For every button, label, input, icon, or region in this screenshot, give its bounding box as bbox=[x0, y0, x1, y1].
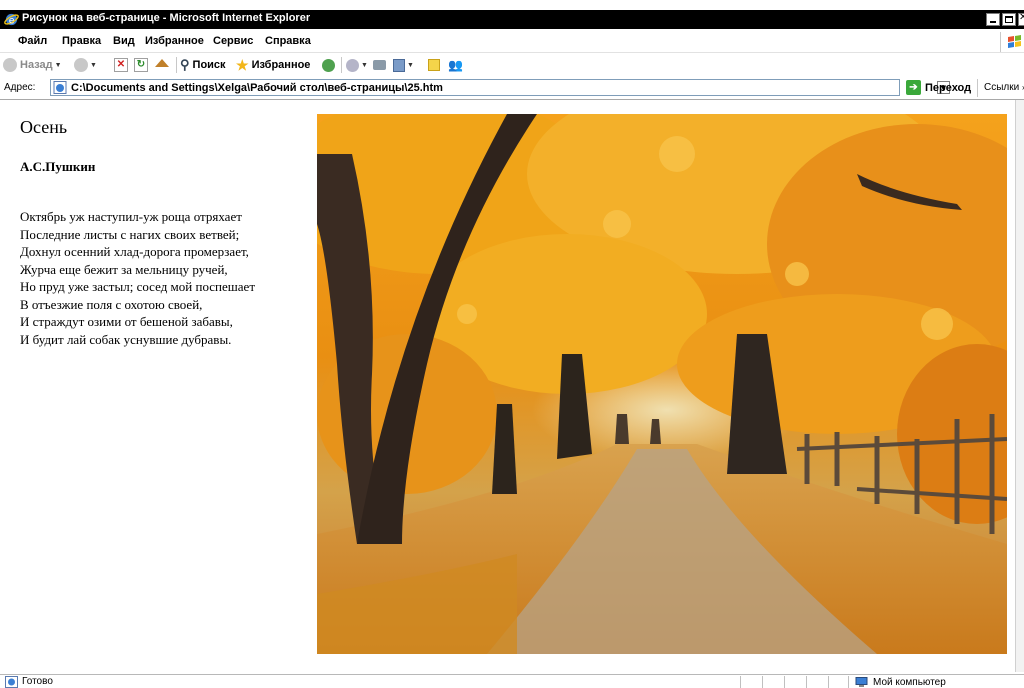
status-pane bbox=[806, 676, 827, 688]
poem-text: Октябрь уж наступил-уж роща отряхает Пос… bbox=[20, 208, 255, 348]
poem-line: Но пруд уже застыл; сосед мой поспешает bbox=[20, 279, 255, 294]
chevron-down-icon: ▼ bbox=[54, 61, 62, 69]
menu-favorites[interactable]: Избранное bbox=[145, 35, 204, 47]
star-icon: ★ bbox=[236, 56, 249, 73]
status-pane bbox=[762, 676, 783, 688]
forward-arrow-icon bbox=[74, 58, 88, 72]
page-heading: Осень bbox=[20, 117, 68, 137]
poem-line: И будит лай собак уснувшие дубравы. bbox=[20, 331, 232, 347]
computer-icon bbox=[855, 677, 868, 687]
favorites-label: Избранное bbox=[251, 59, 311, 71]
chevron-down-icon: ▼ bbox=[361, 61, 368, 69]
search-button[interactable]: ⚲ Поиск bbox=[180, 56, 226, 74]
page-status-icon bbox=[5, 676, 18, 688]
address-label: Адрес: bbox=[4, 82, 36, 93]
back-label: Назад bbox=[20, 59, 53, 71]
security-zone: Мой компьютер bbox=[848, 676, 946, 688]
edit-page-icon bbox=[393, 58, 405, 72]
discuss-button[interactable] bbox=[428, 56, 440, 74]
refresh-icon: ↻ bbox=[134, 58, 148, 72]
svg-text:e: e bbox=[9, 15, 15, 26]
poem-line: Журча еще бежит за мельницу ручей, bbox=[20, 261, 228, 277]
poem-line: Последние листы с нагих своих ветвей; bbox=[20, 226, 240, 242]
links-label: Ссылки bbox=[984, 82, 1020, 93]
menu-file[interactable]: Файл bbox=[18, 35, 47, 47]
home-icon bbox=[155, 59, 169, 67]
chevron-down-icon: ▼ bbox=[90, 61, 97, 69]
address-url: C:\Documents and Settings\Xelga\Рабочий … bbox=[71, 82, 443, 94]
poem-line: Октябрь уж наступил-уж роща отряхает bbox=[20, 209, 242, 224]
note-icon bbox=[428, 59, 440, 71]
window-title: Рисунок на веб-странице - Microsoft Inte… bbox=[22, 12, 311, 24]
media-button[interactable] bbox=[322, 56, 335, 74]
status-text: Готово bbox=[22, 676, 53, 687]
status-pane bbox=[740, 676, 761, 688]
search-label: Поиск bbox=[192, 59, 226, 71]
history-button[interactable]: ▼ bbox=[346, 56, 368, 74]
maximize-button[interactable] bbox=[1002, 13, 1016, 26]
page-content: Осень А.С.Пушкин Октябрь уж наступил-уж … bbox=[0, 100, 1014, 672]
forward-button[interactable]: ▼ bbox=[74, 56, 97, 74]
go-label: Переход bbox=[925, 81, 972, 94]
title-bar: e Рисунок на веб-странице - Microsoft In… bbox=[0, 10, 1024, 29]
status-pane bbox=[828, 676, 849, 688]
status-bar: Готово Мой компьютер bbox=[0, 674, 1024, 688]
windows-logo-icon bbox=[1000, 32, 1024, 52]
favorites-button[interactable]: ★ Избранное bbox=[236, 56, 310, 74]
toolbar-separator bbox=[176, 57, 177, 73]
back-button[interactable]: Назад ▼ bbox=[3, 56, 62, 74]
poem-line: И страждут озими от бешеной забавы, bbox=[20, 314, 233, 329]
menu-edit[interactable]: Правка bbox=[62, 35, 101, 47]
back-arrow-icon bbox=[3, 58, 17, 72]
minimize-button[interactable] bbox=[986, 13, 1000, 26]
browser-window: e Рисунок на веб-странице - Microsoft In… bbox=[0, 0, 1024, 688]
close-button[interactable] bbox=[1018, 12, 1024, 26]
ie-icon: e bbox=[4, 13, 19, 26]
links-button[interactable]: Ссылки » bbox=[977, 79, 1024, 97]
menu-help[interactable]: Справка bbox=[265, 35, 311, 47]
messenger-button[interactable]: 👥 bbox=[448, 56, 463, 74]
page-icon bbox=[53, 81, 67, 94]
edit-button[interactable]: ▼ bbox=[393, 56, 414, 74]
address-bar: Адрес: C:\Documents and Settings\Xelga\Р… bbox=[0, 77, 1024, 100]
autumn-park-image bbox=[317, 114, 1007, 654]
vertical-scrollbar[interactable] bbox=[1015, 100, 1024, 672]
menu-view[interactable]: Вид bbox=[113, 35, 135, 47]
toolbar-separator bbox=[341, 57, 342, 73]
security-zone-label: Мой компьютер bbox=[873, 677, 946, 688]
chevron-down-icon: ▼ bbox=[407, 61, 414, 69]
stop-button[interactable]: ✕ bbox=[114, 56, 128, 74]
menu-bar: Файл Правка Вид Избранное Сервис Справка bbox=[0, 31, 1024, 53]
poem-line: Дохнул осенний хлад-дорога промерзает, bbox=[20, 244, 249, 259]
history-icon bbox=[346, 58, 359, 72]
print-button[interactable] bbox=[373, 56, 386, 74]
poem-line: В отъезжие поля с охотою своей, bbox=[20, 296, 203, 312]
home-button[interactable] bbox=[155, 56, 169, 74]
messenger-icon: 👥 bbox=[448, 58, 463, 72]
stop-icon: ✕ bbox=[114, 58, 128, 72]
search-icon: ⚲ bbox=[180, 57, 190, 72]
poem-author: А.С.Пушкин bbox=[20, 159, 96, 174]
media-icon bbox=[322, 58, 335, 72]
status-pane bbox=[784, 676, 805, 688]
refresh-button[interactable]: ↻ bbox=[134, 56, 148, 74]
address-input[interactable]: C:\Documents and Settings\Xelga\Рабочий … bbox=[50, 79, 950, 96]
printer-icon bbox=[373, 60, 386, 70]
menu-tools[interactable]: Сервис bbox=[213, 35, 253, 47]
go-arrow-icon: ➔ bbox=[906, 80, 921, 95]
standard-toolbar: Назад ▼ ▼ ✕ ↻ ⚲ Поиск ★ Избранное ▼ ▼ 👥 bbox=[0, 53, 1024, 78]
go-button[interactable]: ➔ Переход bbox=[906, 80, 971, 95]
